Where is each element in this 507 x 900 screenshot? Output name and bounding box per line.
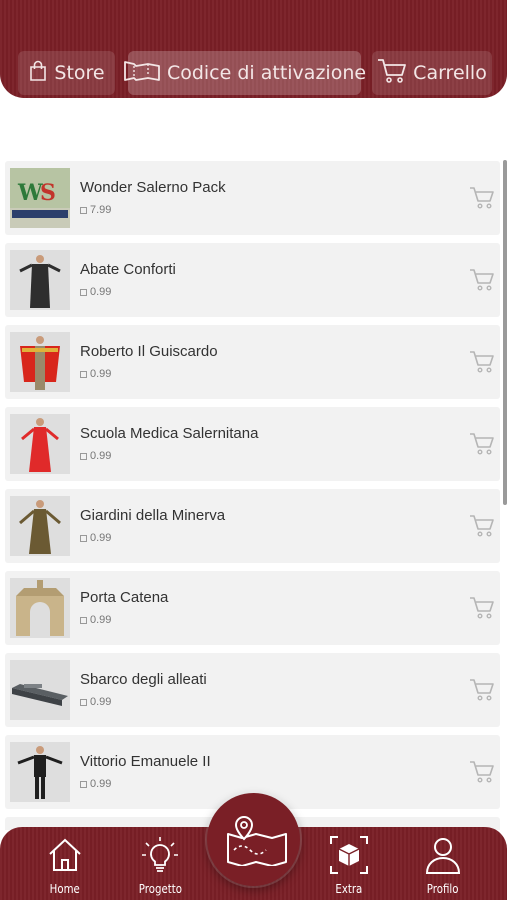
cart-icon — [470, 269, 494, 291]
product-list[interactable]: WS Wonder Salerno Pack 7.99 Abate Confor… — [0, 160, 507, 830]
list-item[interactable]: WS Wonder Salerno Pack 7.99 — [5, 161, 500, 235]
product-thumbnail — [10, 496, 70, 556]
store-label: Store — [54, 62, 105, 84]
house-icon — [49, 838, 81, 871]
coin-icon — [80, 698, 87, 706]
activation-code-button[interactable]: Codice di attivazione — [124, 51, 366, 95]
product-name: Scuola Medica Salernitana — [80, 425, 259, 442]
product-price: 0.99 — [80, 696, 111, 708]
list-item[interactable]: Scuola Medica Salernitana 0.99 — [5, 407, 500, 481]
product-price: 0.99 — [80, 614, 111, 626]
product-thumbnail — [10, 332, 70, 392]
price-value: 0.99 — [90, 286, 112, 298]
cart-icon — [377, 58, 407, 89]
add-to-cart-button[interactable] — [469, 759, 495, 785]
coin-icon — [80, 206, 87, 214]
add-to-cart-button[interactable] — [469, 595, 495, 621]
map-button[interactable] — [207, 793, 300, 886]
cart-button[interactable]: Carrello — [372, 51, 492, 95]
svg-text:S: S — [40, 180, 56, 206]
user-icon — [425, 838, 461, 874]
lightbulb-icon — [142, 837, 178, 872]
ar-cube-icon — [330, 836, 368, 874]
cart-icon — [470, 351, 494, 373]
product-name: Roberto Il Guiscardo — [80, 343, 218, 360]
product-price: 0.99 — [80, 286, 111, 298]
cart-icon — [470, 679, 494, 701]
add-to-cart-button[interactable] — [469, 267, 495, 293]
product-name: Porta Catena — [80, 589, 169, 606]
shopping-bag-icon — [28, 60, 48, 87]
product-price: 0.99 — [80, 532, 111, 544]
nav-progetto[interactable]: Progetto — [120, 835, 200, 897]
coin-icon — [80, 370, 87, 378]
add-to-cart-button[interactable] — [469, 349, 495, 375]
activation-code-label: Codice di attivazione — [166, 62, 367, 84]
cart-icon — [470, 187, 494, 209]
list-item[interactable]: Giardini della Minerva 0.99 — [5, 489, 500, 563]
nav-extra-label: Extra — [335, 882, 363, 896]
nav-profilo[interactable]: Profilo — [403, 835, 483, 897]
product-thumbnail — [10, 660, 70, 720]
product-name: Wonder Salerno Pack — [80, 179, 226, 196]
price-value: 7.99 — [90, 204, 112, 216]
product-price: 0.99 — [80, 368, 111, 380]
add-to-cart-button[interactable] — [469, 431, 495, 457]
product-name: Giardini della Minerva — [80, 507, 226, 524]
nav-extra[interactable]: Extra — [309, 835, 389, 897]
ticket-icon — [123, 58, 161, 89]
list-item[interactable]: Abate Conforti 0.99 — [5, 243, 500, 317]
price-value: 0.99 — [90, 532, 112, 544]
product-thumbnail — [10, 414, 70, 474]
coin-icon — [80, 452, 87, 460]
cart-icon — [470, 597, 494, 619]
price-value: 0.99 — [90, 696, 112, 708]
product-name: Vittorio Emanuele II — [80, 753, 211, 770]
product-thumbnail: WS — [10, 168, 70, 228]
nav-home-label: Home — [49, 882, 81, 896]
list-item[interactable]: Roberto Il Guiscardo 0.99 — [5, 325, 500, 399]
price-value: 0.99 — [90, 450, 112, 462]
coin-icon — [80, 534, 87, 542]
list-item[interactable]: Porta Catena 0.99 — [5, 571, 500, 645]
product-thumbnail — [10, 742, 70, 802]
nav-profilo-label: Profilo — [427, 882, 459, 896]
map-pin-icon — [226, 815, 287, 866]
nav-progetto-label: Progetto — [138, 882, 182, 896]
coin-icon — [80, 288, 87, 296]
product-thumbnail — [10, 250, 70, 310]
product-name: Sbarco degli alleati — [80, 671, 207, 688]
product-price: 7.99 — [80, 204, 111, 216]
product-thumbnail — [10, 578, 70, 638]
product-name: Abate Conforti — [80, 261, 176, 278]
nav-home[interactable]: Home — [25, 835, 105, 897]
add-to-cart-button[interactable] — [469, 513, 495, 539]
product-price: 0.99 — [80, 778, 111, 790]
list-item[interactable]: Sbarco degli alleati 0.99 — [5, 653, 500, 727]
price-value: 0.99 — [90, 778, 112, 790]
cart-icon — [470, 515, 494, 537]
coin-icon — [80, 780, 87, 788]
add-to-cart-button[interactable] — [469, 677, 495, 703]
coin-icon — [80, 616, 87, 624]
price-value: 0.99 — [90, 614, 112, 626]
cart-label: Carrello — [413, 62, 487, 84]
product-price: 0.99 — [80, 450, 111, 462]
store-button[interactable]: Store — [18, 51, 115, 95]
scrollbar[interactable] — [503, 160, 507, 505]
price-value: 0.99 — [90, 368, 112, 380]
cart-icon — [470, 761, 494, 783]
top-header: Store Codice di attivazione Carrello — [0, 0, 507, 98]
cart-icon — [470, 433, 494, 455]
add-to-cart-button[interactable] — [469, 185, 495, 211]
